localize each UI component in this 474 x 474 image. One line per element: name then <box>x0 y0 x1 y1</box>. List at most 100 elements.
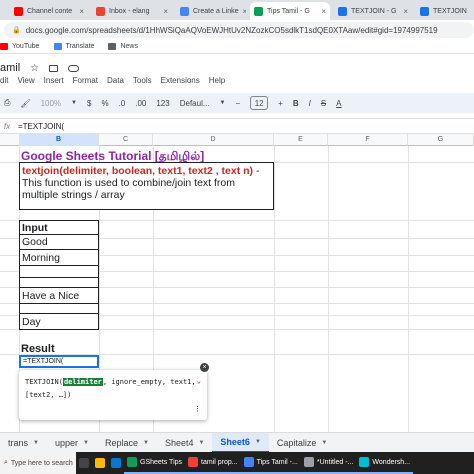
print-icon[interactable]: ⎙ <box>4 98 10 108</box>
active-cell-editor[interactable]: =TEXTJOIN( <box>19 355 99 368</box>
percent-button[interactable]: % <box>101 99 108 108</box>
bold-button[interactable]: B <box>293 99 299 108</box>
close-icon[interactable]: × <box>79 7 84 16</box>
font-size-increase-button[interactable]: + <box>278 99 283 108</box>
chevron-down-icon[interactable]: ⌄ <box>197 375 201 388</box>
number-format-button[interactable]: 123 <box>156 99 169 108</box>
browser-tab[interactable]: Inbox - elang × <box>92 2 172 20</box>
chevron-down-icon: ▼ <box>254 438 261 445</box>
input-cell[interactable]: Morning <box>19 250 99 266</box>
grid-line <box>408 146 409 432</box>
lock-icon: 🔒 <box>12 27 21 34</box>
sheet-tab[interactable]: Capitalize ▼ <box>269 433 335 453</box>
menu-data[interactable]: Data <box>107 76 124 90</box>
sheet-tab-label: Sheet4 <box>164 437 194 448</box>
column-header-g[interactable]: G <box>408 134 474 146</box>
formula-input[interactable]: =TEXTJOIN( <box>14 122 64 131</box>
italic-button[interactable]: I <box>309 99 311 108</box>
input-cell[interactable] <box>19 266 99 278</box>
column-header-f[interactable]: F <box>328 134 408 146</box>
formula-hint-popup[interactable]: TEXTJOIN(delimiter, ignore_empty, text1,… <box>19 370 207 420</box>
result-label[interactable]: Result <box>21 343 55 355</box>
menu-format[interactable]: Format <box>73 76 98 90</box>
description-cell[interactable]: textjoin(delimiter, boolean, text1, text… <box>19 162 274 210</box>
sheet-tab[interactable]: Replace ▼ <box>97 433 157 453</box>
gmail-icon <box>96 6 105 16</box>
browser-tab-active[interactable]: Tips Tamil - G × <box>250 2 330 20</box>
column-header-e[interactable]: E <box>274 134 328 146</box>
sheet-tab[interactable]: upper ▼ <box>47 433 97 453</box>
taskbar-app[interactable]: GSheets Tips <box>124 452 186 474</box>
taskbar-search[interactable]: ⌕ Type here to search <box>0 452 76 474</box>
taskbar-pinned-app[interactable] <box>108 452 124 474</box>
chevron-down-icon: ▼ <box>219 100 226 106</box>
google-icon <box>420 6 429 16</box>
task-view-icon[interactable] <box>76 452 92 474</box>
browser-tab[interactable]: Channel conte × <box>10 2 88 20</box>
column-header-b[interactable]: B <box>19 134 99 146</box>
column-header-row: B C D E F G <box>0 134 474 146</box>
star-icon[interactable]: ☆ <box>30 63 39 74</box>
address-bar[interactable]: 🔒 docs.google.com/spreadsheets/d/1HhWSiQ… <box>4 22 474 38</box>
sheet-tab[interactable]: Sheet4 ▼ <box>157 433 212 453</box>
font-select[interactable]: Defaul... <box>180 99 210 108</box>
close-icon[interactable]: × <box>200 363 209 372</box>
decrease-decimal-button[interactable]: .0 <box>119 99 126 108</box>
input-cell-spacer[interactable] <box>19 278 99 288</box>
taskbar-app[interactable]: Tips Tamil -... <box>240 452 301 474</box>
bookmark-translate[interactable]: Translate <box>53 43 94 50</box>
input-cell[interactable] <box>19 304 99 314</box>
column-header-c[interactable]: C <box>99 134 153 146</box>
browser-tab-label: Inbox - elang <box>109 7 150 15</box>
input-cell[interactable]: Day <box>19 314 99 330</box>
browser-tab[interactable]: Create a Linke × <box>176 2 246 20</box>
close-icon[interactable]: × <box>243 7 246 16</box>
bookmark-news[interactable]: News <box>108 43 138 50</box>
news-icon <box>108 43 117 50</box>
browser-tab-label: Channel conte <box>27 7 73 15</box>
search-icon: ⌕ <box>4 459 8 466</box>
menu-extensions[interactable]: Extensions <box>161 76 200 90</box>
url-text: docs.google.com/spreadsheets/d/1HhWSiQaA… <box>25 25 438 35</box>
zoom-select[interactable]: 100% <box>41 99 61 108</box>
input-cell[interactable]: Have a Nice <box>19 288 99 304</box>
taskbar-pinned-app[interactable] <box>92 452 108 474</box>
browser-tab-strip: Channel conte × Inbox - elang × Create a… <box>0 0 474 20</box>
taskbar-search-placeholder: Type here to search <box>10 459 73 467</box>
sheet-tab-active[interactable]: Sheet6 ▼ <box>212 432 269 453</box>
taskbar-app-label: GSheets Tips <box>140 458 183 466</box>
taskbar-app[interactable]: tamil prop... <box>185 452 241 474</box>
currency-button[interactable]: $ <box>87 99 91 108</box>
move-folder-icon[interactable] <box>49 64 59 72</box>
column-header-d[interactable]: D <box>153 134 274 146</box>
taskbar-app[interactable]: Wondersh... <box>356 452 414 474</box>
bookmark-youtube[interactable]: YouTube <box>0 43 40 50</box>
close-icon[interactable]: × <box>321 7 326 16</box>
menu-insert[interactable]: Insert <box>44 76 64 90</box>
taskbar-app[interactable]: *Untitled -... <box>300 452 357 474</box>
text-color-button[interactable]: A <box>336 99 341 108</box>
notepad-icon <box>303 457 314 467</box>
browser-tab[interactable]: TEXTJOIN - G × <box>334 2 412 20</box>
paint-format-icon[interactable]: 🖌 <box>20 99 30 108</box>
sheet-tab[interactable]: trans ▼ <box>0 433 47 453</box>
sheet-tab-label: Capitalize <box>276 437 317 448</box>
close-icon[interactable]: × <box>403 7 408 16</box>
menu-tools[interactable]: Tools <box>133 76 152 90</box>
doc-title[interactable]: amil <box>0 62 20 74</box>
strikethrough-button[interactable]: S <box>321 99 326 108</box>
font-size-decrease-button[interactable]: − <box>235 99 240 108</box>
menu-view[interactable]: View <box>17 76 34 90</box>
cloud-icon[interactable] <box>68 64 80 72</box>
more-vert-icon[interactable]: ⋮ <box>194 403 201 416</box>
chevron-down-icon: ▼ <box>33 439 39 446</box>
browser-tab-label: TEXTJOIN - G <box>351 7 397 15</box>
input-header-cell[interactable]: Input <box>19 220 99 235</box>
menu-edit[interactable]: dit <box>0 76 8 90</box>
font-size-input[interactable]: 12 <box>250 96 269 110</box>
increase-decimal-button[interactable]: .00 <box>135 99 146 108</box>
close-icon[interactable]: × <box>163 7 168 16</box>
input-cell[interactable]: Good <box>19 235 99 250</box>
menu-help[interactable]: Help <box>209 76 225 90</box>
browser-tab[interactable]: TEXTJOIN <box>416 2 474 20</box>
